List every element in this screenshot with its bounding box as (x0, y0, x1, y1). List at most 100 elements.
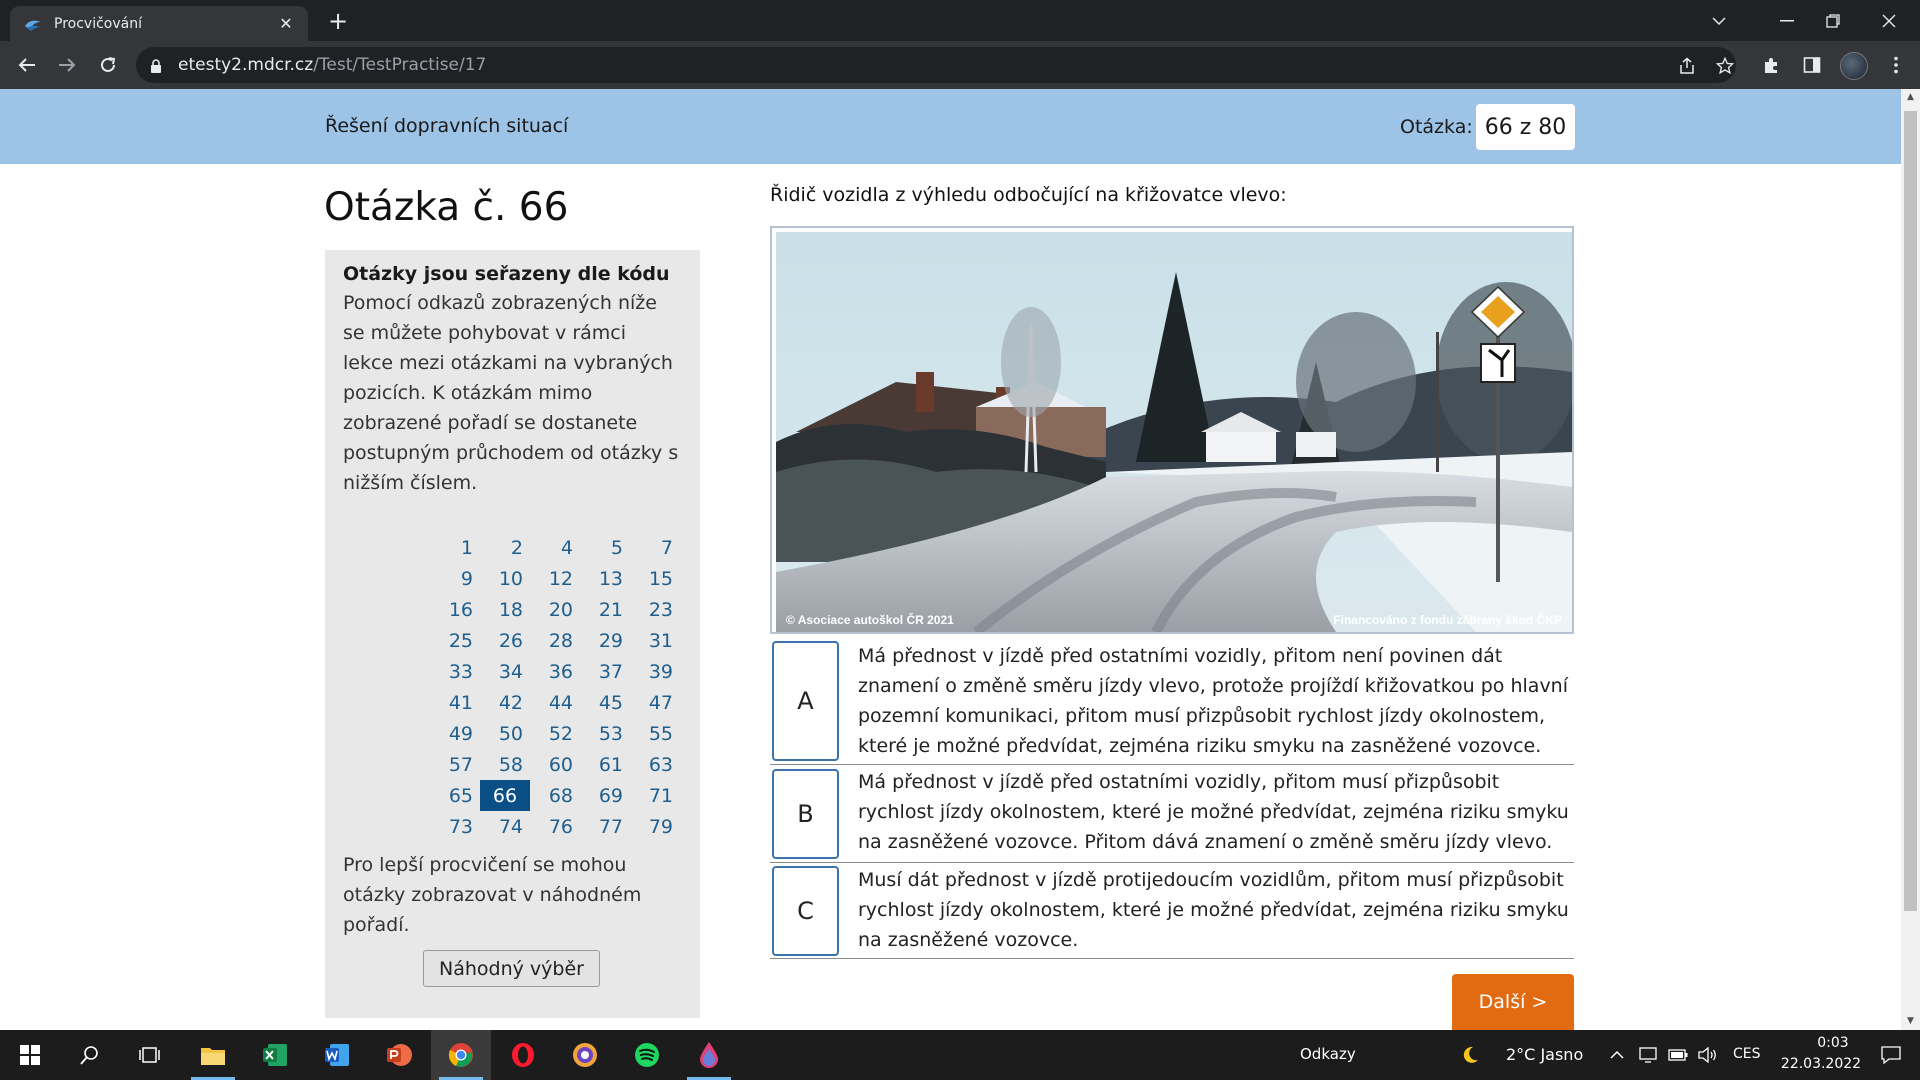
bookmark-star-icon[interactable] (1714, 55, 1736, 77)
question-link-29[interactable]: 29 (580, 625, 630, 656)
browser-tab[interactable]: Procvičování ✕ (10, 6, 308, 41)
restore-icon[interactable] (1810, 0, 1856, 41)
question-link-1[interactable]: 1 (430, 532, 480, 563)
scrollbar-thumb[interactable] (1904, 111, 1917, 911)
network-icon[interactable] (1633, 1030, 1663, 1080)
notifications-icon[interactable] (1866, 1030, 1916, 1080)
excel-icon[interactable] (245, 1030, 305, 1080)
question-link-66[interactable]: 66 (480, 780, 530, 811)
new-tab-button[interactable]: + (324, 8, 352, 36)
question-link-60[interactable]: 60 (530, 749, 580, 780)
question-link-20[interactable]: 20 (530, 594, 580, 625)
next-button[interactable]: Další > (1452, 974, 1574, 1030)
question-link-7[interactable]: 7 (630, 532, 680, 563)
question-link-28[interactable]: 28 (530, 625, 580, 656)
question-link-68[interactable]: 68 (530, 780, 580, 811)
question-link-73[interactable]: 73 (430, 811, 480, 842)
answer-letter-c[interactable]: C (772, 866, 839, 956)
file-explorer-icon[interactable] (183, 1030, 243, 1080)
clock-time[interactable]: 0:03 (1798, 1035, 1868, 1051)
clock-date[interactable]: 22.03.2022 (1776, 1056, 1866, 1072)
question-link-55[interactable]: 55 (630, 718, 680, 749)
question-link-31[interactable]: 31 (630, 625, 680, 656)
search-icon[interactable] (60, 1030, 120, 1080)
random-selection-button[interactable]: Náhodný výběr (423, 950, 600, 987)
page-scrollbar[interactable]: ▲ ▼ (1901, 89, 1920, 1030)
question-link-50[interactable]: 50 (480, 718, 530, 749)
powerpoint-icon[interactable] (369, 1030, 429, 1080)
weather-text[interactable]: 2°C Jasno (1506, 1045, 1583, 1064)
question-link-79[interactable]: 79 (630, 811, 680, 842)
reload-icon[interactable] (92, 49, 124, 81)
paint-drop-icon[interactable] (679, 1030, 739, 1080)
question-link-57[interactable]: 57 (430, 749, 480, 780)
question-link-23[interactable]: 23 (630, 594, 680, 625)
question-link-74[interactable]: 74 (480, 811, 530, 842)
links-toolbar-label[interactable]: Odkazy (1300, 1045, 1356, 1063)
question-link-65[interactable]: 65 (430, 780, 480, 811)
tab-close-icon[interactable]: ✕ (276, 14, 296, 33)
question-link-44[interactable]: 44 (530, 687, 580, 718)
answer-option-c[interactable]: C Musí dát přednost v jízdě protijedoucí… (770, 863, 1574, 959)
extensions-puzzle-icon[interactable] (1760, 53, 1784, 77)
question-link-36[interactable]: 36 (530, 656, 580, 687)
answer-text-c[interactable]: Musí dát přednost v jízdě protijedoucím … (858, 865, 1574, 955)
answer-text-a[interactable]: Má přednost v jízdě před ostatními vozid… (858, 641, 1574, 761)
question-link-13[interactable]: 13 (580, 563, 630, 594)
battery-icon[interactable] (1663, 1030, 1693, 1080)
minimize-icon[interactable] (1764, 0, 1810, 41)
question-link-37[interactable]: 37 (580, 656, 630, 687)
question-link-9[interactable]: 9 (430, 563, 480, 594)
question-link-53[interactable]: 53 (580, 718, 630, 749)
question-link-15[interactable]: 15 (630, 563, 680, 594)
question-link-49[interactable]: 49 (430, 718, 480, 749)
question-link-76[interactable]: 76 (530, 811, 580, 842)
spotify-icon[interactable] (617, 1030, 677, 1080)
moon-weather-icon[interactable] (1455, 1030, 1485, 1080)
question-link-63[interactable]: 63 (630, 749, 680, 780)
chrome-menu-icon[interactable] (1884, 53, 1908, 77)
close-window-icon[interactable] (1866, 0, 1912, 41)
windows-start-icon[interactable] (0, 1030, 60, 1080)
question-link-33[interactable]: 33 (430, 656, 480, 687)
answer-option-b[interactable]: B Má přednost v jízdě před ostatními voz… (770, 765, 1574, 863)
question-link-4[interactable]: 4 (530, 532, 580, 563)
question-link-47[interactable]: 47 (630, 687, 680, 718)
back-arrow-icon[interactable] (11, 49, 43, 81)
task-view-icon[interactable] (120, 1030, 180, 1080)
question-link-52[interactable]: 52 (530, 718, 580, 749)
question-link-69[interactable]: 69 (580, 780, 630, 811)
brave-icon[interactable] (555, 1030, 615, 1080)
question-link-61[interactable]: 61 (580, 749, 630, 780)
question-link-42[interactable]: 42 (480, 687, 530, 718)
question-link-21[interactable]: 21 (580, 594, 630, 625)
question-link-25[interactable]: 25 (430, 625, 480, 656)
address-bar[interactable]: etesty2.mdcr.cz/Test/TestPractise/17 (136, 47, 1736, 83)
scroll-down-icon[interactable]: ▼ (1901, 1013, 1920, 1030)
question-link-18[interactable]: 18 (480, 594, 530, 625)
question-link-12[interactable]: 12 (530, 563, 580, 594)
opera-icon[interactable] (493, 1030, 553, 1080)
question-link-39[interactable]: 39 (630, 656, 680, 687)
answer-letter-b[interactable]: B (772, 769, 839, 859)
question-link-77[interactable]: 77 (580, 811, 630, 842)
question-link-26[interactable]: 26 (480, 625, 530, 656)
answer-letter-a[interactable]: A (772, 641, 839, 761)
chrome-icon[interactable] (431, 1030, 491, 1080)
question-link-41[interactable]: 41 (430, 687, 480, 718)
question-link-34[interactable]: 34 (480, 656, 530, 687)
question-link-10[interactable]: 10 (480, 563, 530, 594)
tab-search-icon[interactable] (1696, 0, 1742, 41)
question-link-16[interactable]: 16 (430, 594, 480, 625)
side-panel-icon[interactable] (1800, 53, 1824, 77)
answer-option-a[interactable]: A Má přednost v jízdě před ostatními voz… (770, 639, 1574, 765)
question-link-71[interactable]: 71 (630, 780, 680, 811)
question-link-58[interactable]: 58 (480, 749, 530, 780)
forward-arrow-icon[interactable] (51, 49, 83, 81)
chevron-up-icon[interactable] (1605, 1030, 1629, 1080)
profile-avatar[interactable] (1840, 52, 1868, 80)
question-link-2[interactable]: 2 (480, 532, 530, 563)
word-icon[interactable] (307, 1030, 367, 1080)
question-link-45[interactable]: 45 (580, 687, 630, 718)
scroll-up-icon[interactable]: ▲ (1901, 89, 1920, 106)
